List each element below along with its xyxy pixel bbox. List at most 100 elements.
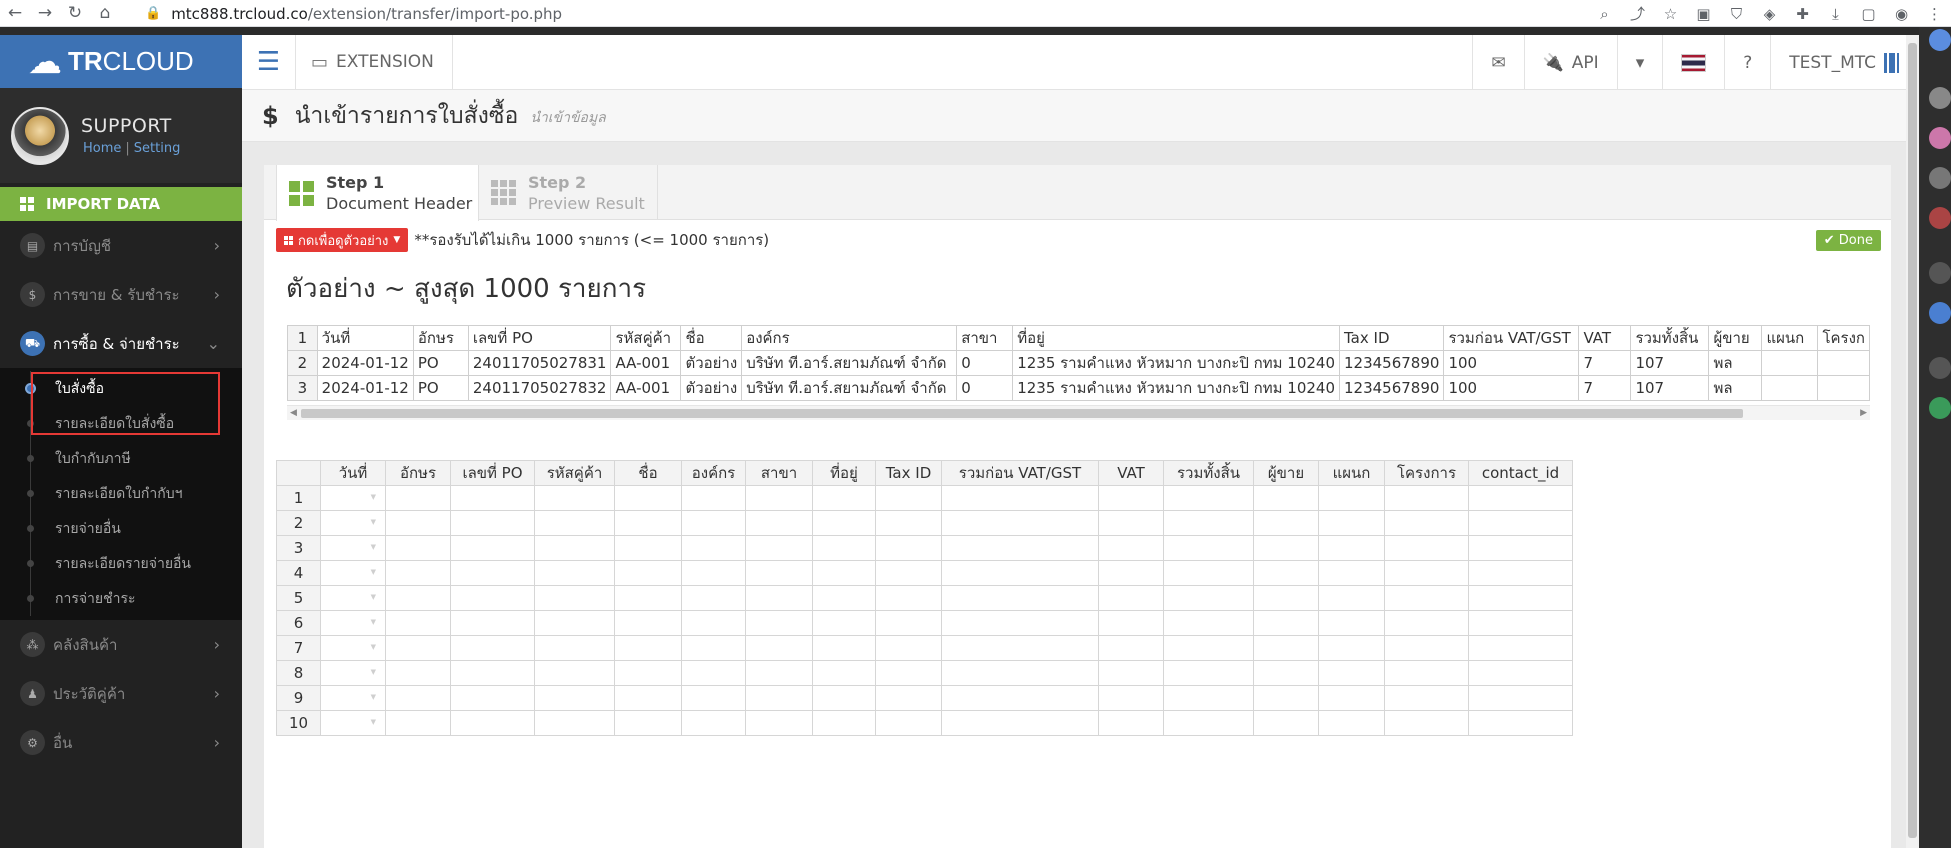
grid-date-cell[interactable]	[320, 535, 386, 561]
menu-other[interactable]: ⚙ อื่น ›	[0, 718, 242, 767]
grid-cell[interactable]	[1318, 635, 1385, 661]
grid-date-cell[interactable]	[320, 510, 386, 536]
grid-cell[interactable]	[1318, 560, 1385, 586]
grid-cell[interactable]	[385, 560, 451, 586]
grid-column-header[interactable]: ชื่อ	[614, 460, 682, 486]
scrollbar-thumb[interactable]	[301, 409, 1743, 418]
company-button[interactable]: TEST_MTC	[1770, 35, 1909, 90]
grid-cell[interactable]	[450, 535, 535, 561]
example-cell[interactable]: 100	[1443, 350, 1580, 376]
grid-cell[interactable]	[1098, 635, 1164, 661]
grid-cell[interactable]	[941, 535, 1099, 561]
grid-cell[interactable]	[1163, 660, 1254, 686]
grid-cell[interactable]	[875, 485, 942, 511]
menu-accounting[interactable]: ▤ การบัญชี ›	[0, 221, 242, 270]
grid-cell[interactable]	[450, 610, 535, 636]
grid-cell[interactable]	[745, 535, 813, 561]
grid-cell[interactable]	[1468, 510, 1573, 536]
grid-cell[interactable]	[875, 660, 942, 686]
example-cell[interactable]: รวมก่อน VAT/GST	[1443, 325, 1580, 351]
import-data-menu[interactable]: IMPORT DATA	[0, 187, 242, 221]
scrollbar-thumb[interactable]	[1908, 43, 1917, 838]
grid-cell[interactable]	[745, 485, 813, 511]
avatar[interactable]	[11, 106, 69, 165]
grid-cell[interactable]	[614, 660, 682, 686]
grid-cell[interactable]	[614, 585, 682, 611]
grid-cell[interactable]	[450, 660, 535, 686]
grid-cell[interactable]	[450, 710, 535, 736]
step-1-tab[interactable]: Step 1 Document Header	[276, 165, 479, 221]
example-cell[interactable]: รหัสคู่ค้า	[610, 325, 682, 351]
grid-cell[interactable]	[1384, 535, 1469, 561]
example-cell[interactable]	[1817, 350, 1870, 376]
grid-cell[interactable]	[1384, 610, 1469, 636]
grid-column-header[interactable]: โครงการ	[1384, 460, 1469, 486]
example-cell[interactable]: 1234567890	[1338, 350, 1445, 376]
grid-cell[interactable]	[534, 535, 615, 561]
grid-cell[interactable]	[875, 610, 942, 636]
example-cell[interactable]: 2024-01-12	[316, 350, 414, 376]
done-button[interactable]: ✔ Done	[1815, 230, 1881, 251]
example-cell[interactable]: 1235 รามคำแหง หัวหมาก บางกะปิ กทม 10240	[1012, 375, 1340, 401]
grid-cell[interactable]	[1098, 535, 1164, 561]
grid-cell[interactable]	[681, 585, 746, 611]
grid-cell[interactable]	[1318, 485, 1385, 511]
grid-cell[interactable]	[1098, 560, 1164, 586]
grid-cell[interactable]	[1318, 685, 1385, 711]
grid-cell[interactable]	[875, 710, 942, 736]
grid-cell[interactable]	[385, 660, 451, 686]
grid-cell[interactable]	[745, 710, 813, 736]
grid-cell[interactable]	[614, 485, 682, 511]
grid-cell[interactable]	[1468, 660, 1573, 686]
example-cell[interactable]: 2024-01-12	[316, 375, 414, 401]
grid-column-header[interactable]: contact_id	[1468, 460, 1573, 486]
star-icon[interactable]: ☆	[1654, 5, 1687, 23]
grid-cell[interactable]	[745, 560, 813, 586]
example-cell[interactable]: PO	[412, 375, 469, 401]
example-table-container[interactable]: 1 วันที่ อักษร เลขที่ PO รหัสคู่ค้า ชื่อ องค์ก…	[287, 325, 1870, 405]
dock-app-icon[interactable]	[1929, 127, 1951, 149]
grid-cell[interactable]	[385, 485, 451, 511]
grid-cell[interactable]	[812, 535, 876, 561]
example-cell[interactable]: 100	[1443, 375, 1580, 401]
grid-cell[interactable]	[1163, 585, 1254, 611]
example-dropdown-button[interactable]: กดเพื่อดูตัวอย่าง ▼	[276, 228, 409, 252]
page-vertical-scrollbar[interactable]	[1906, 35, 1919, 848]
example-cell[interactable]: AA-001	[610, 350, 682, 376]
grid-cell[interactable]	[1318, 610, 1385, 636]
example-cell[interactable]: บริษัท ที.อาร์.สยามภัณฑ์ จำกัด	[741, 350, 958, 376]
grid-cell[interactable]	[1253, 485, 1319, 511]
grid-cell[interactable]	[385, 510, 451, 536]
example-cell[interactable]	[1817, 375, 1870, 401]
grid-cell[interactable]	[450, 510, 535, 536]
grid-cell[interactable]	[1163, 485, 1254, 511]
grid-cell[interactable]	[1384, 685, 1469, 711]
sub-item-tax-invoice-detail[interactable]: รายละเอียดใบกำกับฯ	[0, 476, 242, 511]
grid-cell[interactable]	[534, 685, 615, 711]
grid-cell[interactable]	[1384, 560, 1469, 586]
grid-cell[interactable]	[534, 710, 615, 736]
grid-cell[interactable]	[614, 685, 682, 711]
ext-badge-icon[interactable]: ◈	[1753, 5, 1786, 23]
grid-cell[interactable]	[450, 560, 535, 586]
grid-date-cell[interactable]	[320, 660, 386, 686]
grid-cell[interactable]	[941, 610, 1099, 636]
example-cell[interactable]	[1761, 375, 1819, 401]
example-cell[interactable]: Tax ID	[1338, 325, 1445, 351]
grid-cell[interactable]	[812, 510, 876, 536]
grid-date-cell[interactable]	[320, 610, 386, 636]
grid-cell[interactable]	[1253, 510, 1319, 536]
grid-cell[interactable]	[1253, 660, 1319, 686]
grid-cell[interactable]	[1384, 635, 1469, 661]
share-icon[interactable]: ⤴	[1621, 3, 1654, 24]
step-2-tab[interactable]: Step 2 Preview Result	[479, 165, 658, 220]
grid-cell[interactable]	[1318, 535, 1385, 561]
grid-cell[interactable]	[681, 560, 746, 586]
hamburger-menu-icon[interactable]: ☰	[242, 34, 296, 90]
example-cell[interactable]: แผนก	[1761, 325, 1819, 351]
grid-cell[interactable]	[812, 560, 876, 586]
grid-column-header[interactable]: รวมก่อน VAT/GST	[941, 460, 1099, 486]
grid-cell[interactable]	[745, 585, 813, 611]
grid-column-header[interactable]: รวมทั้งสิ้น	[1163, 460, 1254, 486]
scroll-right-icon[interactable]: ▶	[1860, 406, 1867, 421]
